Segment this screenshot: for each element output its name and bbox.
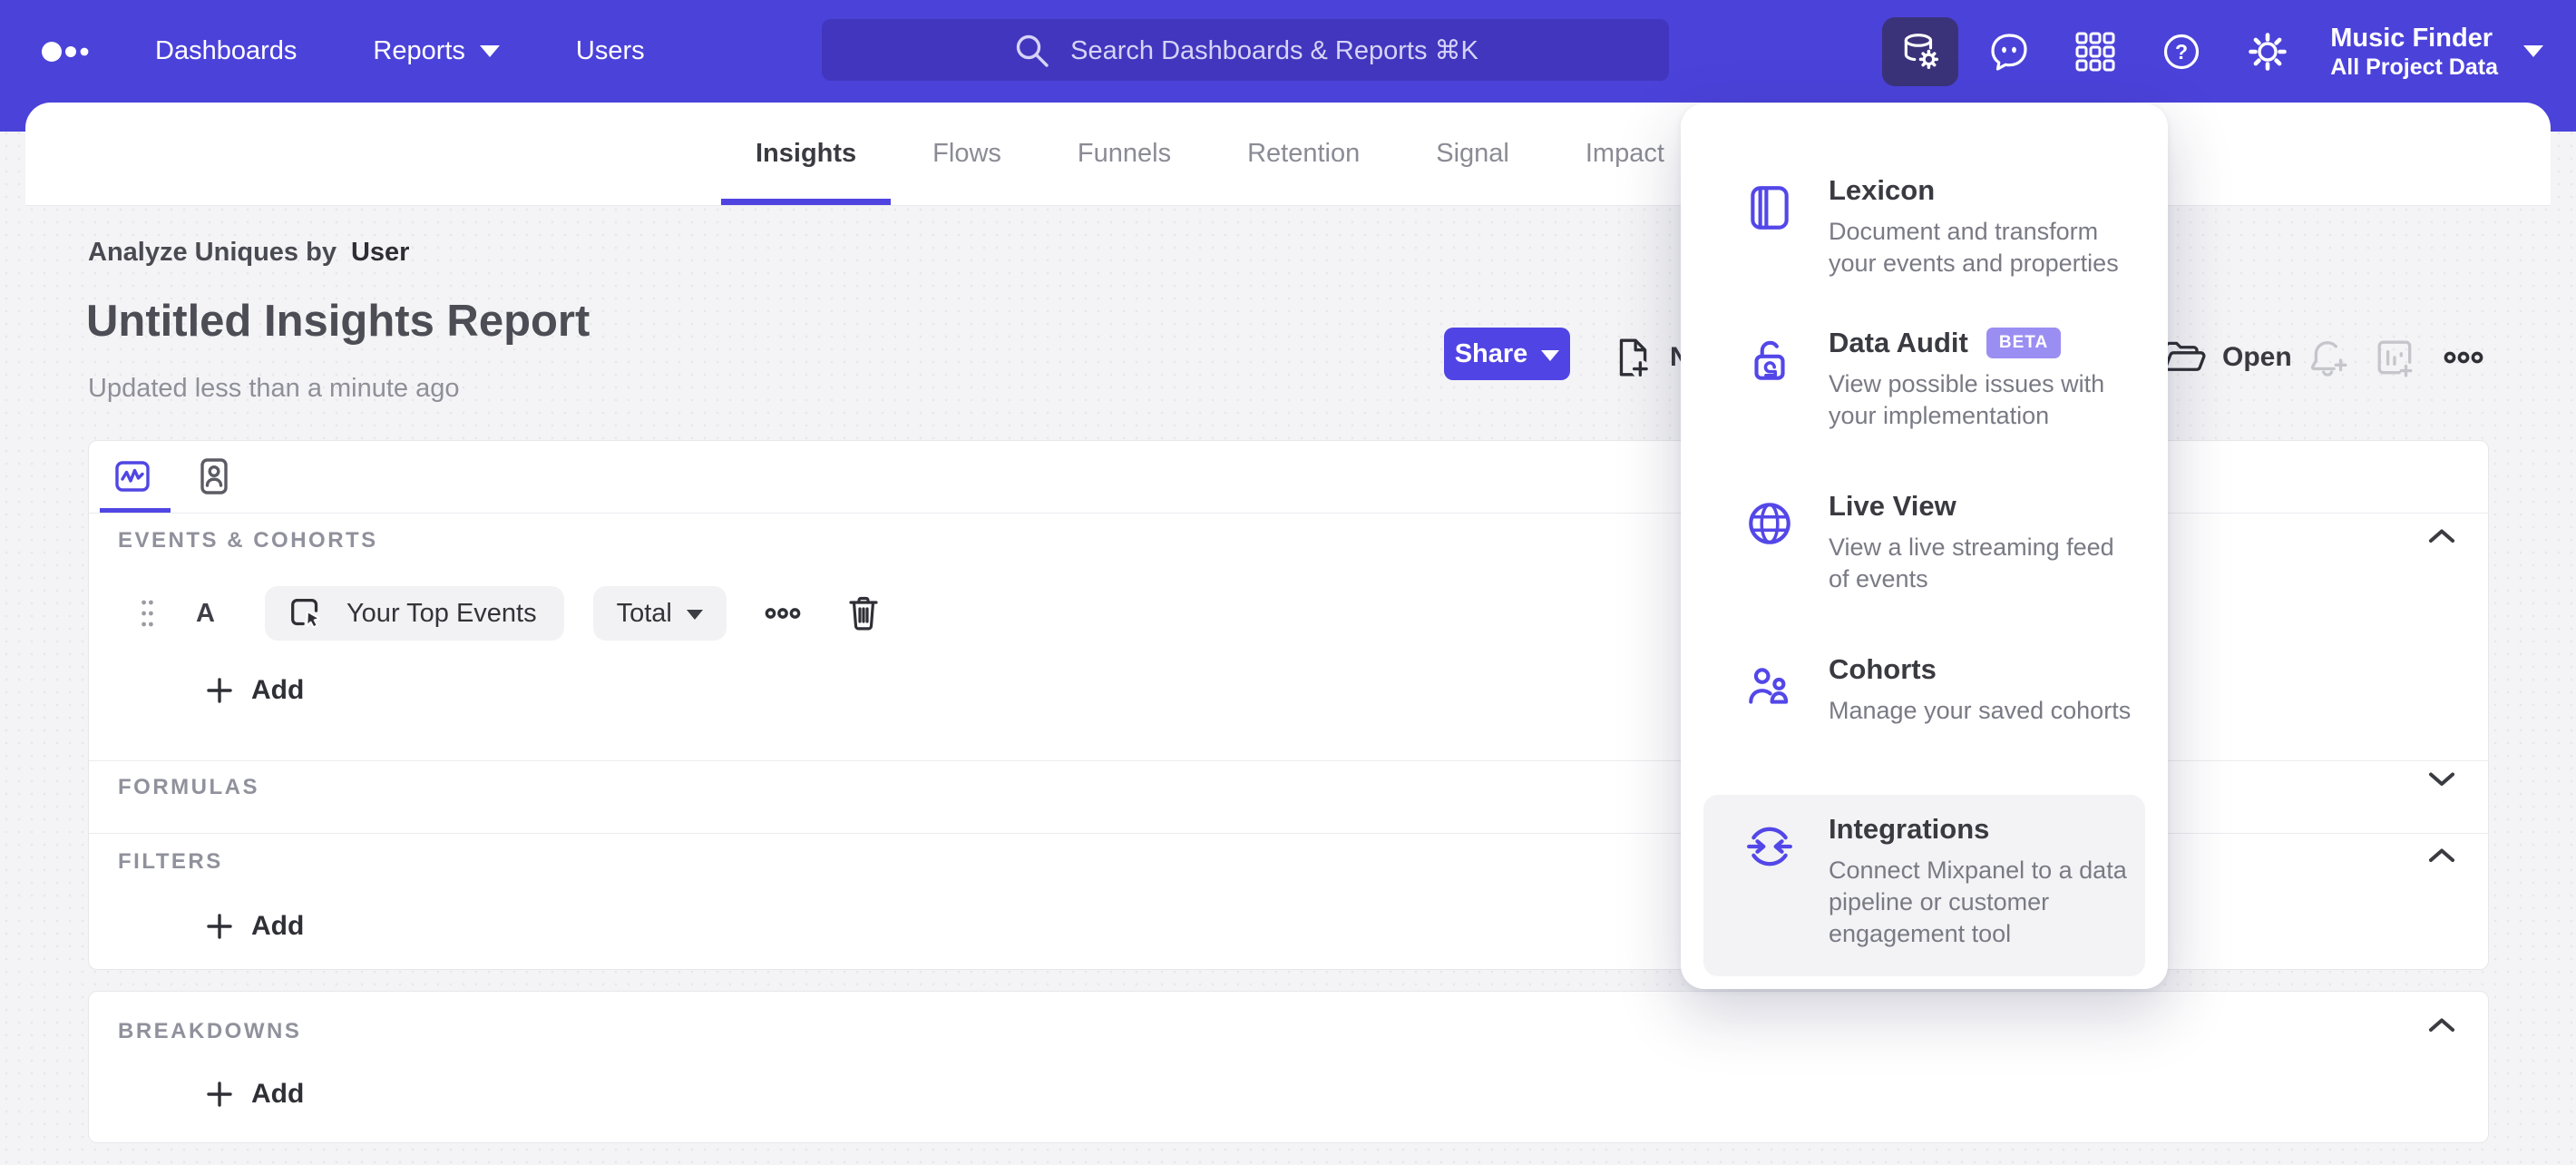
menu-item-live-view[interactable]: Live View View a live streaming feed of …	[1703, 472, 2145, 624]
alert-bell-plus-button[interactable]	[2308, 338, 2350, 379]
event-name: Your Top Events	[346, 598, 537, 628]
document-plus-icon	[1619, 338, 1650, 378]
feedback-bubble-icon	[1991, 33, 2027, 71]
expand-formulas-button[interactable]	[2428, 771, 2455, 787]
lexicon-icon	[1743, 174, 1796, 308]
section-label-breakdowns: BREAKDOWNS	[118, 1019, 302, 1043]
collapse-filters-button[interactable]	[2428, 847, 2455, 863]
more-options-button[interactable]	[2444, 348, 2483, 367]
drag-handle[interactable]	[141, 598, 154, 629]
data-audit-icon	[1743, 327, 1796, 461]
tab-impact[interactable]: Impact	[1547, 103, 1703, 205]
apps-grid-button[interactable]	[2072, 17, 2119, 86]
section-label-filters: FILTERS	[118, 849, 223, 874]
chevron-up-icon	[2429, 848, 2454, 862]
menu-item-data-audit[interactable]: Data Audit BETA View possible issues with…	[1703, 308, 2145, 461]
integrations-icon	[1743, 813, 1796, 976]
section-label-formulas: FORMULAS	[118, 775, 259, 799]
updated-timestamp: Updated less than a minute ago	[88, 374, 460, 403]
search-placeholder: Search Dashboards & Reports ⌘K	[1070, 35, 1478, 65]
add-breakdown-button[interactable]: Add	[206, 1079, 304, 1110]
collapse-breakdowns-button[interactable]	[2428, 1017, 2455, 1033]
project-scope: All Project Data	[2330, 54, 2498, 80]
event-row-letter: A	[196, 598, 215, 628]
cohorts-icon	[1743, 653, 1796, 788]
tabs-bar: Insights Flows Funnels Retention Signal …	[25, 103, 2551, 206]
nav-item-users[interactable]: Users	[576, 36, 645, 66]
data-tools-panel: Lexicon Document and transform your even…	[1681, 103, 2168, 989]
tab-signal[interactable]: Signal	[1398, 103, 1547, 205]
menu-item-cohorts[interactable]: Cohorts Manage your saved cohorts	[1703, 635, 2145, 788]
grid-icon	[2075, 32, 2115, 71]
breakdowns-card: BREAKDOWNS Add	[88, 991, 2489, 1143]
pulse-chart-icon	[115, 461, 150, 492]
profile-card-icon	[200, 458, 228, 494]
search-input[interactable]: Search Dashboards & Reports ⌘K	[822, 19, 1669, 81]
help-icon: ?	[2164, 34, 2200, 69]
delete-event-button[interactable]	[844, 593, 883, 633]
data-tools-button[interactable]	[1882, 16, 1959, 86]
tab-flows[interactable]: Flows	[894, 103, 1039, 205]
top-nav: Dashboards Reports Users Search Dashboar…	[0, 0, 2576, 103]
nav-item-reports[interactable]: Reports	[373, 36, 500, 66]
analyze-breadcrumb: Analyze Uniques by User	[88, 238, 410, 267]
chevron-down-icon	[2523, 45, 2543, 57]
open-report-button[interactable]: Open	[2161, 336, 2292, 379]
project-name: Music Finder	[2330, 23, 2493, 53]
plus-icon	[207, 914, 232, 939]
bell-plus-icon	[2310, 341, 2347, 377]
chevron-up-icon	[2429, 529, 2454, 543]
event-row: A Your Top Events Total	[141, 586, 883, 641]
svg-text:?: ?	[2175, 40, 2188, 64]
tab-insights[interactable]: Insights	[717, 103, 894, 205]
database-gear-icon	[1904, 33, 1939, 69]
page-title[interactable]: Untitled Insights Report	[86, 296, 590, 347]
drag-dots-icon	[141, 600, 153, 627]
project-selector[interactable]: Music Finder All Project Data	[2330, 23, 2543, 81]
beta-badge: BETA	[1986, 328, 2062, 358]
metric-dropdown[interactable]: Total	[592, 586, 727, 641]
trash-icon	[849, 596, 878, 631]
plus-icon	[207, 678, 232, 703]
ellipsis-icon	[2444, 351, 2483, 364]
tab-retention[interactable]: Retention	[1209, 103, 1398, 205]
collapse-events-button[interactable]	[2428, 528, 2455, 543]
tab-metrics-view[interactable]	[111, 454, 154, 499]
plus-icon	[207, 1082, 232, 1107]
tab-profiles-view[interactable]	[192, 454, 236, 499]
help-button[interactable]: ?	[2158, 17, 2205, 86]
chevron-up-icon	[2429, 1018, 2454, 1032]
ellipsis-icon	[765, 608, 801, 619]
metric-value: Total	[616, 598, 672, 628]
gear-icon	[2249, 32, 2288, 71]
select-event-icon	[291, 599, 321, 629]
add-filter-button[interactable]: Add	[206, 911, 304, 942]
settings-button[interactable]	[2244, 17, 2291, 86]
chart-plus-icon	[2377, 340, 2413, 377]
menu-item-integrations[interactable]: Integrations Connect Mixpanel to a data …	[1703, 795, 2145, 976]
tab-funnels[interactable]: Funnels	[1039, 103, 1209, 205]
section-label-events: EVENTS & COHORTS	[118, 528, 378, 553]
analyze-value[interactable]: User	[351, 238, 410, 267]
chevron-down-icon	[686, 610, 703, 620]
event-row-more-button[interactable]	[765, 605, 801, 622]
chevron-down-icon	[2429, 772, 2454, 786]
folder-open-icon	[2164, 341, 2206, 371]
add-event-button[interactable]: Add	[206, 675, 304, 706]
live-view-icon	[1743, 490, 1796, 624]
search-icon	[1012, 31, 1050, 69]
nav-item-dashboards[interactable]: Dashboards	[155, 36, 297, 66]
mixpanel-logo-icon[interactable]	[41, 37, 93, 66]
event-selector[interactable]: Your Top Events	[265, 586, 564, 641]
menu-item-lexicon[interactable]: Lexicon Document and transform your even…	[1703, 156, 2145, 308]
chevron-down-icon	[479, 45, 500, 57]
chevron-down-icon	[1541, 349, 1560, 361]
add-to-board-button[interactable]	[2375, 338, 2416, 379]
share-button[interactable]: Share	[1444, 328, 1570, 380]
feedback-button[interactable]	[1986, 17, 2033, 86]
